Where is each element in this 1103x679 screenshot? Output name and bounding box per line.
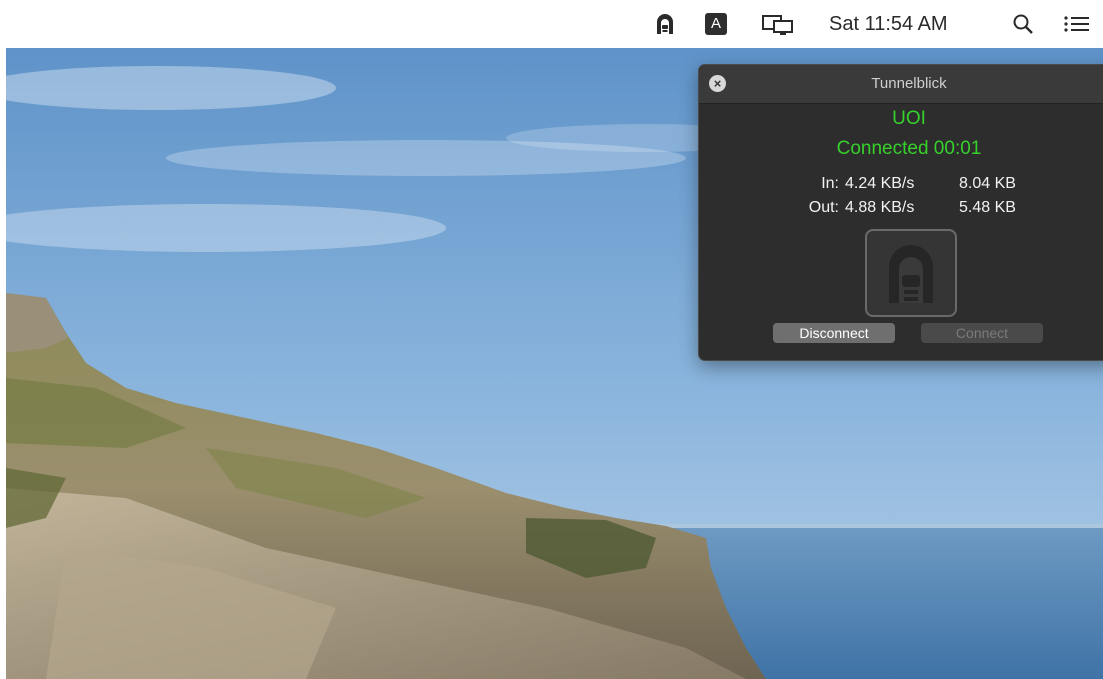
disconnect-button[interactable]: Disconnect [773, 323, 895, 343]
incoming-total: 8.04 KB [959, 175, 1016, 192]
desktop-screen: A Sat 11:54 AM × Tunnelblick UOI Connect… [0, 0, 1103, 679]
notification-center-icon[interactable] [1063, 12, 1091, 36]
menu-bar: A Sat 11:54 AM [0, 0, 1103, 48]
menu-bar-clock[interactable]: Sat 11:54 AM [829, 12, 948, 36]
display-mirroring-icon[interactable] [760, 12, 798, 36]
connection-status: Connected 00:01 [836, 138, 982, 159]
input-source-icon[interactable]: A [705, 13, 727, 35]
tunnelblick-status-window: × Tunnelblick UOI Connected 00:01 In: 4.… [698, 64, 1103, 361]
incoming-label: In: [821, 175, 839, 192]
tunnelblick-icon[interactable] [654, 12, 676, 36]
connection-name: UOI [892, 108, 926, 129]
outgoing-label: Out: [808, 199, 839, 216]
incoming-rate: 4.24 KB/s [845, 175, 915, 192]
outgoing-rate: 4.88 KB/s [845, 199, 915, 216]
window-title: Tunnelblick [871, 75, 947, 92]
connect-button: Connect [921, 323, 1043, 343]
tunnelblick-logo-icon [865, 229, 957, 317]
search-icon[interactable] [1012, 12, 1034, 36]
close-icon[interactable]: × [709, 75, 726, 92]
window-titlebar[interactable]: × Tunnelblick [699, 65, 1103, 104]
outgoing-total: 5.48 KB [959, 199, 1016, 216]
